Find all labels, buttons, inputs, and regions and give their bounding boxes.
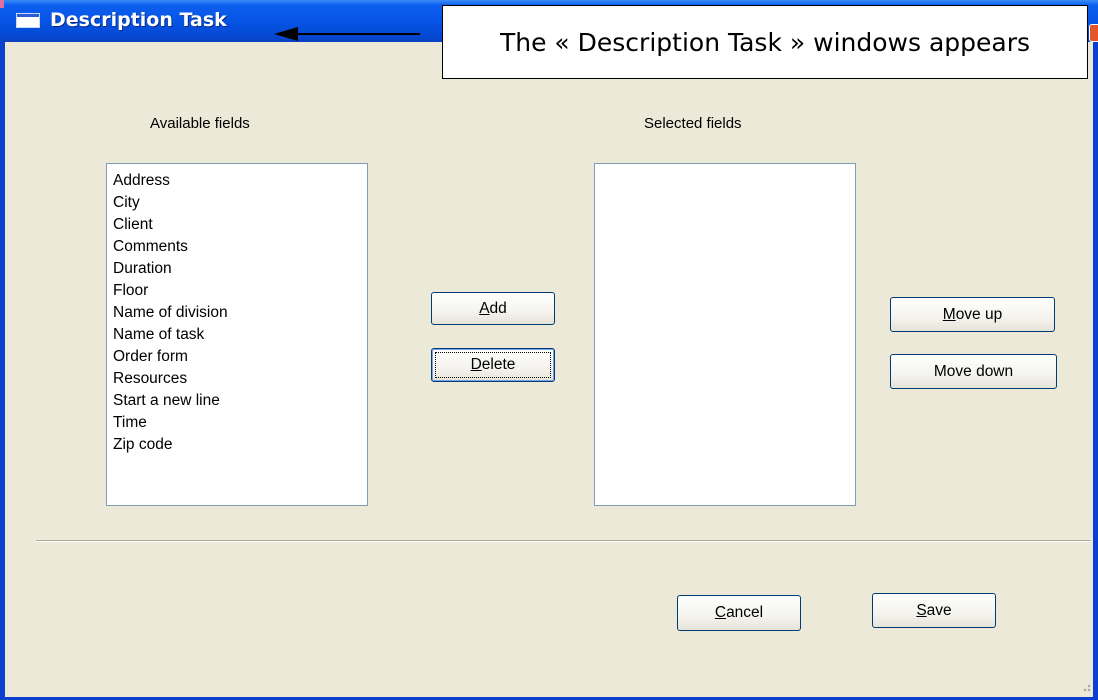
available-fields-items: Address City Client Comments Duration Floor Na…	[107, 164, 367, 456]
annotation-callout: The « Description Task » windows appears	[442, 5, 1088, 79]
dialog-body: Available fields Selected fields Address…	[5, 42, 1093, 697]
list-item[interactable]: Name of task	[113, 324, 367, 346]
save-button-label: ave	[926, 601, 952, 619]
list-item[interactable]: Comments	[113, 236, 367, 258]
selected-fields-label: Selected fields	[644, 115, 742, 132]
available-fields-label: Available fields	[150, 115, 250, 132]
selected-fields-list[interactable]	[594, 163, 856, 506]
annotation-callout-text: The « Description Task » windows appears	[499, 27, 1031, 57]
delete-button[interactable]: Delete	[431, 348, 555, 382]
window-title: Description Task	[50, 9, 227, 31]
list-item[interactable]: Order form	[113, 346, 367, 368]
list-item[interactable]: Duration	[113, 258, 367, 280]
save-button-mnemonic: S	[916, 601, 927, 619]
list-item[interactable]: Zip code	[113, 434, 367, 456]
move-up-button-label: ove up	[955, 305, 1003, 323]
window-corner	[0, 0, 4, 8]
list-item[interactable]: City	[113, 192, 367, 214]
separator	[36, 540, 1091, 542]
save-button[interactable]: Save	[872, 593, 996, 628]
list-item[interactable]: Start a new line	[113, 390, 367, 412]
list-item[interactable]: Floor	[113, 280, 367, 302]
add-button-mnemonic: A	[479, 299, 490, 317]
available-fields-list[interactable]: Address City Client Comments Duration Floor Na…	[106, 163, 368, 506]
cancel-button-label: ancel	[726, 604, 764, 621]
list-item[interactable]: Client	[113, 214, 367, 236]
delete-button-label: elete	[481, 356, 516, 373]
list-item[interactable]: Time	[113, 412, 367, 434]
delete-button-mnemonic: D	[470, 356, 482, 373]
cancel-button-mnemonic: C	[714, 604, 727, 621]
list-item[interactable]: Name of division	[113, 302, 367, 324]
add-button[interactable]: Add	[431, 292, 555, 325]
add-button-label: dd	[489, 299, 507, 317]
resize-grip-icon[interactable]	[1081, 684, 1091, 694]
description-task-window: Description Task Available fields Select…	[0, 0, 1098, 700]
window-icon	[16, 13, 40, 28]
move-up-button[interactable]: Move up	[890, 297, 1055, 332]
close-icon[interactable]	[1089, 24, 1098, 42]
selected-fields-items	[595, 164, 855, 170]
move-down-button-label: Move down	[933, 362, 1014, 380]
list-item[interactable]: Address	[113, 170, 367, 192]
arrow-icon	[274, 27, 420, 41]
cancel-button[interactable]: Cancel	[677, 595, 801, 631]
move-down-button[interactable]: Move down	[890, 354, 1057, 389]
move-up-button-mnemonic: M	[942, 305, 956, 323]
list-item[interactable]: Resources	[113, 368, 367, 390]
